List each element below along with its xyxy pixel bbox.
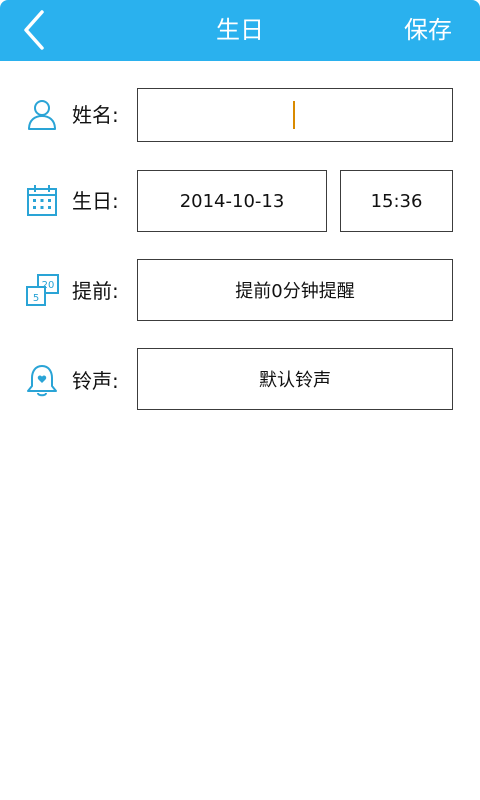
birthday-label: 生日: xyxy=(72,189,119,213)
advance-label: 提前: xyxy=(72,279,119,303)
time-value: 15:36 xyxy=(370,190,423,212)
name-label: 姓名: xyxy=(72,103,119,127)
ringtone-value: 默认铃声 xyxy=(259,370,331,391)
user-icon xyxy=(28,100,56,130)
chevron-left-icon xyxy=(24,10,44,50)
advance-value: 提前0分钟提醒 xyxy=(235,281,355,302)
calendar-icon xyxy=(27,185,57,216)
name-input[interactable] xyxy=(137,88,453,142)
ringtone-label: 铃声: xyxy=(72,369,119,393)
bell-icon xyxy=(27,365,57,397)
time-picker-field[interactable]: 15:36 xyxy=(340,170,453,232)
reminder-icon: 20 5 xyxy=(26,274,59,306)
advance-reminder-field[interactable]: 提前0分钟提醒 xyxy=(137,259,453,321)
save-button[interactable]: 保存 xyxy=(404,0,452,61)
back-button[interactable] xyxy=(18,8,58,52)
title-bar: 生日 保存 xyxy=(0,0,480,61)
reminder-icon-number-bottom: 5 xyxy=(33,293,39,304)
ringtone-field[interactable]: 默认铃声 xyxy=(137,348,453,410)
date-picker-field[interactable]: 2014-10-13 xyxy=(137,170,327,232)
date-value: 2014-10-13 xyxy=(179,190,285,212)
